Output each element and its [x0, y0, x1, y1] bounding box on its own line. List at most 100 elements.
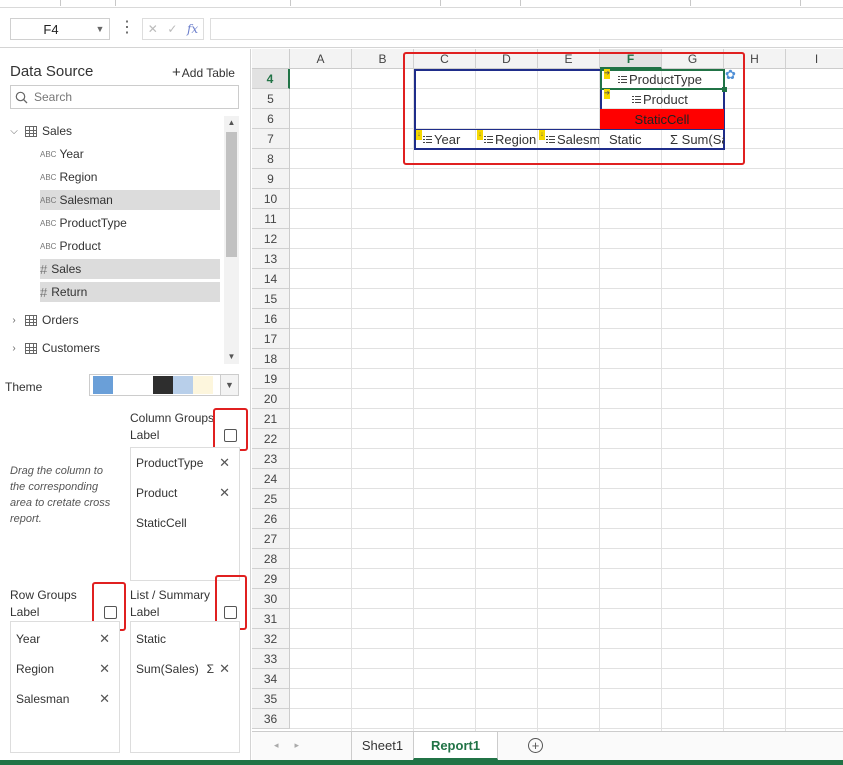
row-header-24[interactable]: 24 [252, 469, 290, 489]
theme-select[interactable]: ▼ [89, 374, 239, 396]
more-options-icon[interactable]: ⋮ [119, 20, 135, 36]
row-header-28[interactable]: 28 [252, 549, 290, 569]
zone-item[interactable]: Static [136, 630, 244, 648]
tree-table-customers[interactable]: › Customers [8, 338, 100, 358]
gridline [290, 388, 843, 389]
tree-field-return[interactable]: # Return [40, 282, 220, 302]
scroll-down-icon[interactable]: ▼ [224, 352, 239, 361]
tree-table-orders[interactable]: › Orders [8, 310, 78, 330]
row-header-10[interactable]: 10 [252, 189, 290, 209]
tree-field-producttype[interactable]: ABC ProductType [40, 213, 220, 233]
remove-icon[interactable]: ✕ [99, 630, 110, 648]
text-type-icon: ABC [40, 172, 57, 182]
tree-field-salesman[interactable]: ABC Salesman [40, 190, 220, 210]
theme-swatch [93, 376, 113, 394]
name-box-value: F4 [43, 21, 59, 37]
tree-field-region[interactable]: ABC Region [40, 167, 220, 187]
chevron-down-icon[interactable]: ⌵ [8, 126, 20, 137]
chevron-down-icon[interactable]: ▼ [91, 24, 109, 34]
search-input[interactable]: Search [10, 85, 239, 109]
row-header-25[interactable]: 25 [252, 489, 290, 509]
row-header-6[interactable]: 6 [252, 109, 290, 129]
zone-item[interactable]: Salesman ✕ [16, 690, 124, 708]
row-header-18[interactable]: 18 [252, 349, 290, 369]
tree-table-sales[interactable]: ⌵ Sales [8, 121, 72, 141]
remove-icon[interactable]: ✕ [219, 484, 230, 502]
tree-scrollbar[interactable]: ▲ ▼ [224, 116, 239, 364]
row-header-31[interactable]: 31 [252, 609, 290, 629]
column-header-i[interactable]: I [786, 49, 843, 69]
number-type-icon: # [40, 284, 48, 300]
row-header-21[interactable]: 21 [252, 409, 290, 429]
row-header-36[interactable]: 36 [252, 709, 290, 729]
row-header-26[interactable]: 26 [252, 509, 290, 529]
chevron-right-icon[interactable]: › [8, 315, 20, 326]
tab-report1[interactable]: Report1 [413, 732, 498, 760]
column-groups-zone[interactable]: ProductType ✕ Product ✕ StaticCell [130, 447, 240, 581]
sum-icon[interactable]: Σ [207, 660, 214, 678]
add-table-button[interactable]: +Add Table [172, 64, 235, 81]
remove-icon[interactable]: ✕ [219, 660, 230, 678]
row-header-22[interactable]: 22 [252, 429, 290, 449]
spreadsheet-grid[interactable]: ABCDEFGHI 4 5 6 7 8 9 10 11 12 13 14 15 16 17 18 19 20 21… [252, 49, 843, 731]
chevron-down-icon[interactable]: ▼ [220, 375, 238, 395]
list-summary-title: List / Summary Label [130, 588, 211, 619]
row-header-27[interactable]: 27 [252, 529, 290, 549]
row-header-23[interactable]: 23 [252, 449, 290, 469]
search-placeholder: Search [34, 90, 73, 104]
row-header-15[interactable]: 15 [252, 289, 290, 309]
row-header-32[interactable]: 32 [252, 629, 290, 649]
tree-field-year[interactable]: ABC Year [40, 144, 220, 164]
number-type-icon: # [40, 261, 48, 277]
remove-icon[interactable]: ✕ [219, 454, 230, 472]
list-summary-zone[interactable]: Static Sum(Sales) Σ ✕ [130, 621, 240, 753]
formula-input[interactable] [210, 18, 843, 40]
remove-icon[interactable]: ✕ [99, 690, 110, 708]
name-box[interactable]: F4 ▼ [10, 18, 110, 40]
scrollbar-thumb[interactable] [226, 132, 237, 257]
zone-item-label: Sum(Sales) [136, 662, 199, 676]
tree-field-sales[interactable]: # Sales [40, 259, 220, 279]
zone-item[interactable]: Product ✕ [136, 484, 244, 502]
column-header-a[interactable]: A [290, 49, 352, 69]
row-header-11[interactable]: 11 [252, 209, 290, 229]
row-groups-zone[interactable]: Year ✕ Region ✕ Salesman ✕ [10, 621, 120, 753]
tree-field-product[interactable]: ABC Product [40, 236, 220, 256]
row-header-16[interactable]: 16 [252, 309, 290, 329]
row-header-19[interactable]: 19 [252, 369, 290, 389]
zone-item-label: Year [16, 632, 41, 646]
highlight-box [213, 408, 248, 451]
row-header-30[interactable]: 30 [252, 589, 290, 609]
row-header-33[interactable]: 33 [252, 649, 290, 669]
zone-item[interactable]: Sum(Sales) Σ ✕ [136, 660, 244, 678]
row-header-13[interactable]: 13 [252, 249, 290, 269]
scroll-up-icon[interactable]: ▲ [224, 118, 239, 127]
zone-item[interactable]: ProductType ✕ [136, 454, 244, 472]
confirm-icon[interactable]: ✓ [167, 22, 177, 36]
row-header-8[interactable]: 8 [252, 149, 290, 169]
sheet-nav-arrows[interactable]: ◂▸ [274, 740, 315, 751]
select-all-corner[interactable] [252, 49, 290, 69]
row-header-4[interactable]: 4 [252, 69, 290, 89]
function-icon[interactable]: fx [187, 22, 198, 36]
add-sheet-icon[interactable]: + [528, 738, 543, 753]
row-header-17[interactable]: 17 [252, 329, 290, 349]
zone-item[interactable]: Year ✕ [16, 630, 124, 648]
zone-item[interactable]: StaticCell [136, 514, 244, 532]
row-header-14[interactable]: 14 [252, 269, 290, 289]
row-header-35[interactable]: 35 [252, 689, 290, 709]
row-header-9[interactable]: 9 [252, 169, 290, 189]
zone-item[interactable]: Region ✕ [16, 660, 124, 678]
gridline [290, 668, 843, 669]
cancel-icon[interactable]: ✕ [148, 22, 158, 36]
row-header-29[interactable]: 29 [252, 569, 290, 589]
row-header-20[interactable]: 20 [252, 389, 290, 409]
chevron-right-icon[interactable]: › [8, 343, 20, 354]
tab-sheet1[interactable]: Sheet1 [351, 732, 413, 760]
row-header-34[interactable]: 34 [252, 669, 290, 689]
row-header-5[interactable]: 5 [252, 89, 290, 109]
row-header-7[interactable]: 7 [252, 129, 290, 149]
tree-label: Year [59, 147, 84, 161]
remove-icon[interactable]: ✕ [99, 660, 110, 678]
row-header-12[interactable]: 12 [252, 229, 290, 249]
